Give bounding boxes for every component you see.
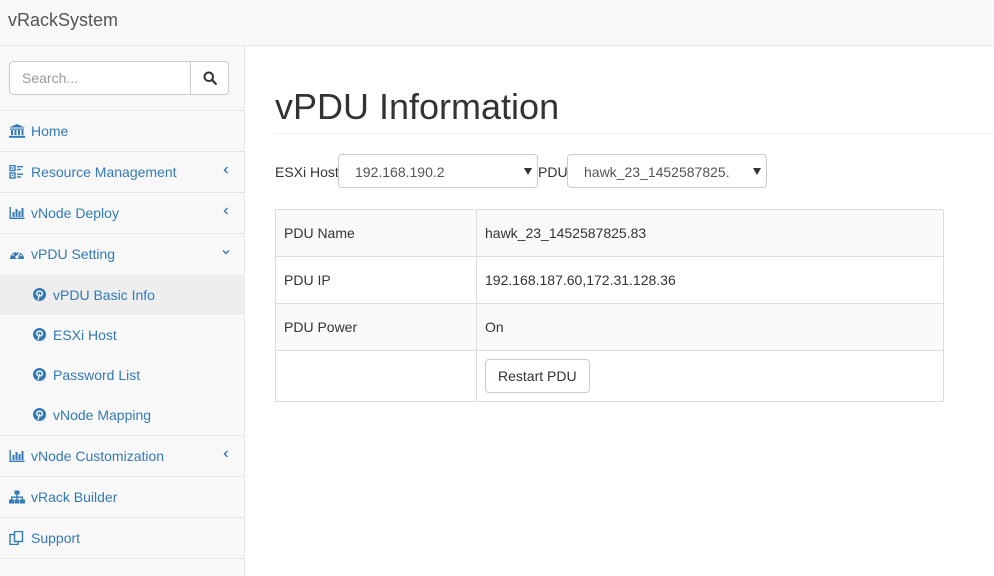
sidebar-item-label: vPDU Setting <box>31 246 116 262</box>
sidebar-subitem-label: Password List <box>53 367 141 383</box>
sidebar-search <box>0 46 244 111</box>
pdu-label: PDU <box>538 164 568 180</box>
pdu-name-key: PDU Name <box>275 209 477 257</box>
search-input[interactable] <box>9 61 191 95</box>
brand-link[interactable]: vRackSystem <box>8 10 118 31</box>
sidebar-item-label: Support <box>31 530 81 546</box>
table-row: PDU IP 192.168.187.60,172.31.128.36 <box>275 256 944 304</box>
search-icon <box>203 71 217 85</box>
sidebar-item-vnode-deploy[interactable]: vNode Deploy <box>0 193 244 234</box>
dropdown-arrow-icon <box>524 168 532 175</box>
sidebar-item-label: vNode Deploy <box>31 205 119 221</box>
pdu-ip-value: 192.168.187.60,172.31.128.36 <box>476 256 944 304</box>
pinterest-icon <box>33 408 46 421</box>
sidebar: Home Resource Management vNode Deploy <box>0 46 245 576</box>
empty-cell <box>275 350 477 402</box>
main-content: vPDU Information ESXi Host 192.168.190.2… <box>245 46 994 576</box>
chevron-down-icon <box>222 250 230 255</box>
chevron-left-icon <box>223 207 228 215</box>
dropdown-arrow-icon <box>753 168 761 175</box>
sidebar-subitem-vpdu-basic-info[interactable]: vPDU Basic Info <box>0 275 244 315</box>
sidebar-item-label: Resource Management <box>31 164 177 180</box>
table-row: Restart PDU <box>275 350 944 402</box>
pinterest-icon <box>33 288 46 301</box>
table-row: PDU Name hawk_23_1452587825.83 <box>275 209 944 257</box>
pinterest-icon <box>33 328 46 341</box>
sitemap-icon <box>9 490 25 504</box>
sidebar-item-support[interactable]: Support <box>0 518 244 559</box>
sidebar-item-label: vRack Builder <box>31 489 118 505</box>
restart-pdu-button[interactable]: Restart PDU <box>485 359 590 393</box>
pdu-power-key: PDU Power <box>275 303 477 351</box>
title-divider <box>275 133 994 134</box>
sidebar-item-vrack-builder[interactable]: vRack Builder <box>0 477 244 518</box>
top-navbar: vRackSystem <box>0 0 994 46</box>
sidebar-item-home[interactable]: Home <box>0 111 244 152</box>
sidebar-subitem-password-list[interactable]: Password List <box>0 355 244 395</box>
esxi-host-select[interactable]: 192.168.190.2 <box>338 154 538 188</box>
chevron-left-icon <box>223 166 228 174</box>
resource-icon <box>9 165 23 179</box>
sidebar-item-vpdu-setting[interactable]: vPDU Setting <box>0 234 244 275</box>
pinterest-icon <box>33 368 46 381</box>
sidebar-subitem-label: ESXi Host <box>53 327 117 343</box>
pdu-info-table: PDU Name hawk_23_1452587825.83 PDU IP 19… <box>275 209 944 402</box>
sidebar-item-label: Home <box>31 123 69 139</box>
table-row: PDU Power On <box>275 303 944 351</box>
institution-icon <box>9 124 25 138</box>
vpdu-submenu: vPDU Basic Info ESXi Host Password List … <box>0 275 244 436</box>
pdu-ip-key: PDU IP <box>275 256 477 304</box>
filter-row: ESXi Host 192.168.190.2 PDU hawk_23_1452… <box>275 154 975 188</box>
pdu-name-value: hawk_23_1452587825.83 <box>476 209 944 257</box>
sidebar-item-resource-management[interactable]: Resource Management <box>0 152 244 193</box>
esxi-host-value: 192.168.190.2 <box>355 164 445 180</box>
pdu-value: hawk_23_1452587825. <box>584 164 730 180</box>
chevron-left-icon <box>223 450 228 458</box>
copy-icon <box>9 531 24 545</box>
sidebar-item-label: vNode Customization <box>31 448 165 464</box>
action-cell: Restart PDU <box>476 350 944 402</box>
sidebar-subitem-label: vPDU Basic Info <box>53 287 155 303</box>
bar-chart-icon <box>9 450 25 462</box>
pdu-power-value: On <box>476 303 944 351</box>
dashboard-icon <box>10 251 24 259</box>
sidebar-subitem-label: vNode Mapping <box>53 407 152 423</box>
sidebar-subitem-vnode-mapping[interactable]: vNode Mapping <box>0 395 244 435</box>
pdu-select[interactable]: hawk_23_1452587825. <box>567 154 767 188</box>
bar-chart-icon <box>9 207 25 219</box>
search-button[interactable] <box>190 61 229 95</box>
esxi-host-label: ESXi Host <box>275 164 339 180</box>
sidebar-item-vnode-customization[interactable]: vNode Customization <box>0 436 244 477</box>
page-title: vPDU Information <box>275 86 560 127</box>
sidebar-subitem-esxi-host[interactable]: ESXi Host <box>0 315 244 355</box>
